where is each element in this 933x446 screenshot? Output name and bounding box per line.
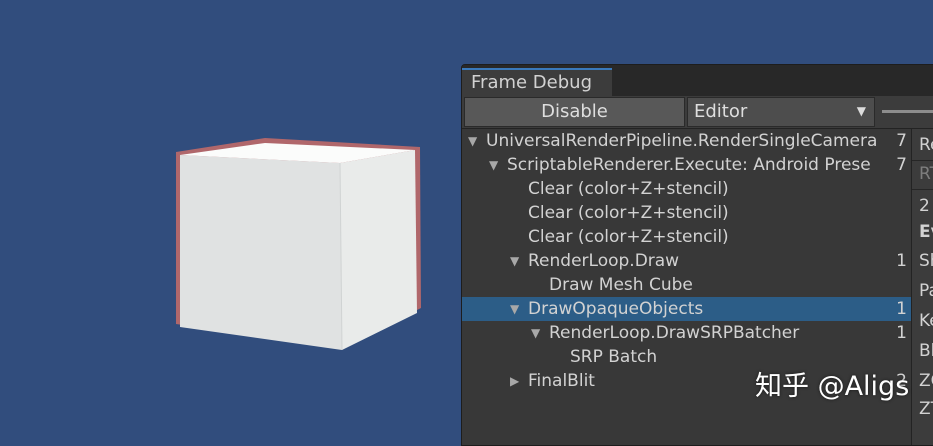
tree-row[interactable]: ▼ ScriptableRenderer.Execute: Android Pre… bbox=[462, 153, 911, 177]
detail-label: ZC bbox=[919, 371, 933, 391]
details-pane: Re RT 2 Ev Sh Pa Ke Bl ZC ZT bbox=[912, 129, 933, 445]
divider bbox=[912, 160, 933, 161]
tree-row[interactable]: ▼ RenderLoop.Draw 1 bbox=[462, 249, 911, 273]
tree-row-label: RenderLoop.DrawSRPBatcher bbox=[549, 323, 800, 343]
disable-button[interactable]: Disable bbox=[464, 97, 685, 127]
detail-label: Ke bbox=[919, 311, 933, 331]
tree-row[interactable]: ▼ RenderLoop.DrawSRPBatcher 1 bbox=[462, 321, 911, 345]
tree-row-count: 7 bbox=[896, 131, 907, 151]
tree-row[interactable]: SRP Batch bbox=[462, 345, 911, 369]
target-dropdown[interactable]: Editor ▼ bbox=[687, 97, 875, 127]
tree-row-label: ScriptableRenderer.Execute: Android Pres… bbox=[507, 155, 871, 175]
fold-expanded-icon[interactable]: ▼ bbox=[510, 249, 524, 273]
detail-label: Sh bbox=[919, 251, 933, 271]
tree-row[interactable]: ▼ UniversalRenderPipeline.RenderSingleCam… bbox=[462, 129, 911, 153]
detail-label: ZT bbox=[919, 399, 933, 419]
tree-row-label: UniversalRenderPipeline.RenderSingleCame… bbox=[486, 131, 878, 151]
detail-label: Pa bbox=[919, 281, 933, 301]
tree-row-count: 1 bbox=[896, 251, 907, 271]
tree-row-label: Clear (color+Z+stencil) bbox=[528, 179, 729, 199]
fold-expanded-icon[interactable]: ▼ bbox=[468, 129, 482, 153]
tree-row-label: DrawOpaqueObjects bbox=[528, 299, 704, 319]
detail-label: 2 bbox=[919, 196, 930, 216]
detail-label: Ev bbox=[919, 222, 933, 242]
chevron-down-icon: ▼ bbox=[856, 104, 866, 118]
tree-row[interactable]: Clear (color+Z+stencil) bbox=[462, 177, 911, 201]
tree-row-label: Clear (color+Z+stencil) bbox=[528, 227, 729, 247]
tree-row-count: 7 bbox=[896, 155, 907, 175]
detail-label: Re bbox=[919, 135, 933, 155]
fold-expanded-icon[interactable]: ▼ bbox=[510, 297, 524, 321]
tree-row-label: Draw Mesh Cube bbox=[549, 275, 693, 295]
tree-row[interactable]: Clear (color+Z+stencil) bbox=[462, 225, 911, 249]
tree-row-count: 1 bbox=[896, 299, 907, 319]
detail-label: Bl bbox=[919, 341, 933, 361]
fold-collapsed-icon[interactable]: ▶ bbox=[510, 369, 524, 393]
target-dropdown-value: Editor bbox=[694, 101, 748, 122]
toolbar: Disable Editor ▼ bbox=[462, 96, 933, 129]
tab-frame-debug[interactable]: Frame Debug bbox=[462, 68, 612, 96]
tree-row[interactable]: ▼ DrawOpaqueObjects 1 bbox=[462, 297, 911, 321]
tree-row-label: SRP Batch bbox=[570, 347, 658, 367]
tree-row[interactable]: Clear (color+Z+stencil) bbox=[462, 201, 911, 225]
tree-row-label: Clear (color+Z+stencil) bbox=[528, 203, 729, 223]
fold-expanded-icon[interactable]: ▼ bbox=[489, 153, 503, 177]
event-slider[interactable] bbox=[882, 110, 933, 113]
cube-mesh bbox=[176, 138, 421, 351]
window-titlebar: Frame Debug bbox=[462, 65, 933, 96]
tree-row-label: RenderLoop.Draw bbox=[528, 251, 680, 271]
detail-label: RT bbox=[919, 164, 933, 184]
fold-expanded-icon[interactable]: ▼ bbox=[531, 321, 545, 345]
watermark: 知乎 @Aligs bbox=[755, 371, 910, 402]
tree-row-count: 1 bbox=[896, 323, 907, 343]
divider bbox=[912, 189, 933, 190]
tree-row[interactable]: Draw Mesh Cube bbox=[462, 273, 911, 297]
